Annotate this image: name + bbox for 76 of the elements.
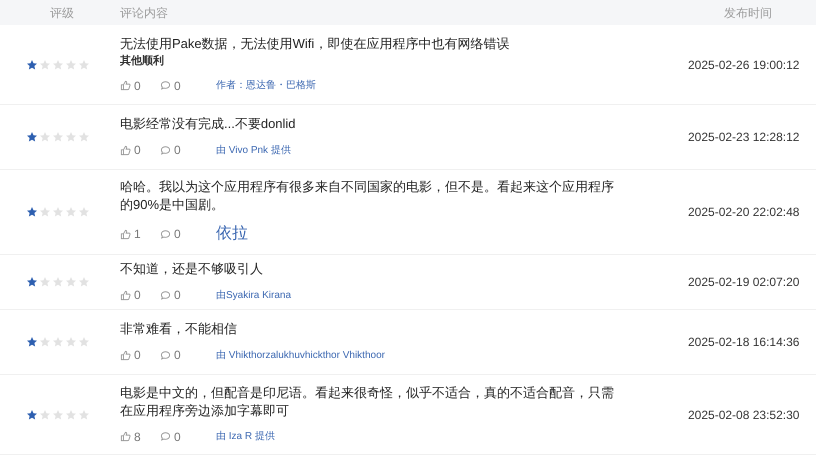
- star-icon: [52, 408, 64, 420]
- star-icon: [78, 58, 90, 70]
- author-link[interactable]: 由 Vivo Pnk 提供: [216, 142, 291, 158]
- column-header: 评级: [50, 6, 74, 20]
- comment-icon[interactable]: [160, 228, 171, 240]
- star-icon: [78, 131, 90, 143]
- review-text: 电影是中文的，但配音是印尼语。看起来很奇怪，似乎不适合，真的不适合配音，只需在应用程序旁边添加字幕即可: [120, 384, 615, 420]
- review-text: 非常难看，不能相信: [120, 320, 238, 338]
- count-text: 0: [134, 287, 141, 304]
- thumbs-up-icon[interactable]: [120, 144, 131, 156]
- count-text: 0: [134, 347, 141, 364]
- star-icon: [26, 408, 38, 420]
- thumbs-up-icon[interactable]: [120, 228, 131, 240]
- star-icon: [52, 206, 64, 218]
- star-icon: [65, 276, 77, 288]
- count-text: 0: [174, 78, 181, 94]
- star-icon: [39, 276, 51, 288]
- star-icon: [52, 336, 64, 348]
- count-text: 0: [174, 347, 181, 364]
- review-text: 无法使用Pake数据，无法使用Wifi，即使在应用程序中也有网络错误: [120, 34, 510, 52]
- count-text: 0: [134, 142, 141, 159]
- count-text: 0: [134, 78, 141, 94]
- star-icon: [39, 131, 51, 143]
- star-icon: [26, 58, 38, 70]
- comment-icon[interactable]: [160, 350, 171, 360]
- star-icon: [39, 206, 51, 218]
- thumbs-up-icon[interactable]: [120, 80, 131, 91]
- count-text: 8: [134, 428, 141, 446]
- comment-icon[interactable]: [160, 431, 171, 442]
- star-icon: [65, 58, 77, 70]
- count-text: 0: [174, 287, 181, 304]
- star-icon: [52, 131, 64, 143]
- publish-time: 2025-02-23 12:28:12: [688, 130, 800, 144]
- publish-time: 2025-02-26 19:00:12: [688, 58, 800, 72]
- publish-time: 2025-02-19 02:07:20: [688, 275, 800, 289]
- count-text: 0: [174, 142, 181, 159]
- star-icon: [78, 408, 90, 420]
- author-link[interactable]: 依拉: [216, 222, 248, 246]
- author-link[interactable]: 由 Vhikthorzalukhuvhickthor Vhikthoor: [216, 348, 385, 362]
- author-link[interactable]: 作者：恩达鲁・巴格斯: [216, 78, 316, 93]
- star-icon: [65, 131, 77, 143]
- star-icon: [39, 58, 51, 70]
- star-icon: [78, 336, 90, 348]
- star-icon: [26, 336, 38, 348]
- comment-icon[interactable]: [160, 80, 171, 91]
- count-text: 0: [174, 428, 181, 446]
- star-icon: [65, 408, 77, 420]
- author-link[interactable]: 由 Iza R 提供: [216, 429, 275, 444]
- star-icon: [52, 276, 64, 288]
- star-icon: [65, 336, 77, 348]
- author-link[interactable]: 由Syakira Kirana: [216, 288, 292, 302]
- star-icon: [26, 276, 38, 288]
- review-text: 电影经常没有完成...不要donlid: [120, 115, 297, 133]
- publish-time: 2025-02-20 22:02:48: [688, 205, 800, 219]
- star-icon: [65, 206, 77, 218]
- comment-icon[interactable]: [160, 290, 171, 300]
- review-text: 不知道，还是不够吸引人: [120, 260, 264, 278]
- star-icon: [78, 276, 90, 288]
- star-icon: [26, 131, 38, 143]
- count-text: 1: [134, 226, 141, 243]
- thumbs-up-icon[interactable]: [120, 290, 131, 300]
- thumbs-up-icon[interactable]: [120, 431, 131, 442]
- review-subtext: 其他顺利: [120, 54, 165, 68]
- star-icon: [26, 206, 38, 218]
- column-header: 发布时间: [724, 6, 772, 20]
- star-icon: [78, 206, 90, 218]
- star-icon: [52, 58, 64, 70]
- star-icon: [39, 336, 51, 348]
- publish-time: 2025-02-18 16:14:36: [688, 335, 800, 349]
- star-icon: [39, 408, 51, 420]
- column-header: 评论内容: [120, 6, 168, 20]
- thumbs-up-icon[interactable]: [120, 350, 131, 360]
- count-text: 0: [174, 226, 181, 243]
- comment-icon[interactable]: [160, 144, 171, 156]
- publish-time: 2025-02-08 23:52:30: [688, 408, 800, 422]
- review-text: 哈哈。我以为这个应用程序有很多来自不同国家的电影，但不是。看起来这个应用程序的90%是中国剧。: [120, 178, 615, 214]
